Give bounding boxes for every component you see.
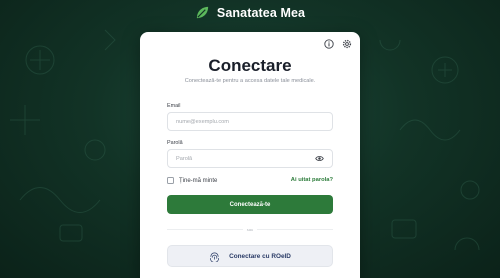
divider-line-left — [167, 228, 243, 230]
gear-icon[interactable] — [342, 39, 352, 49]
card-toolbar — [324, 39, 352, 49]
info-circle-icon[interactable] — [324, 39, 334, 49]
divider-line-right — [257, 228, 334, 230]
fingerprint-icon — [209, 251, 220, 262]
remember-label: Ține-mă minte — [179, 177, 218, 184]
roeid-login-button[interactable]: Conectare cu ROeID — [167, 245, 333, 267]
remember-me: Ține-mă minte — [167, 177, 217, 184]
eye-icon[interactable] — [315, 154, 324, 163]
email-field[interactable] — [176, 113, 324, 130]
page-subtitle: Conectează-te pentru a accesa datele tal… — [184, 78, 316, 84]
roeid-label: Conectare cu ROeID — [229, 252, 291, 260]
page-title: Conectare — [208, 56, 292, 75]
brand-header: Sanatatea Mea — [0, 5, 500, 20]
remember-checkbox[interactable] — [167, 177, 174, 184]
email-field-wrapper — [167, 112, 333, 131]
login-card: Conectare Conectează-te pentru a accesa … — [140, 32, 360, 278]
password-field-wrapper — [167, 149, 333, 168]
login-button[interactable]: Conectează-te — [167, 195, 333, 214]
divider: sau — [167, 225, 334, 233]
brand-name: Sanatatea Mea — [216, 5, 306, 20]
divider-label: sau — [246, 226, 254, 232]
leaf-logo-icon — [195, 5, 210, 20]
password-field[interactable] — [176, 150, 315, 167]
forgot-password-link[interactable]: Ai uitat parola? — [291, 177, 333, 183]
password-label: Parolă — [167, 140, 183, 146]
email-label: Email — [167, 103, 181, 109]
